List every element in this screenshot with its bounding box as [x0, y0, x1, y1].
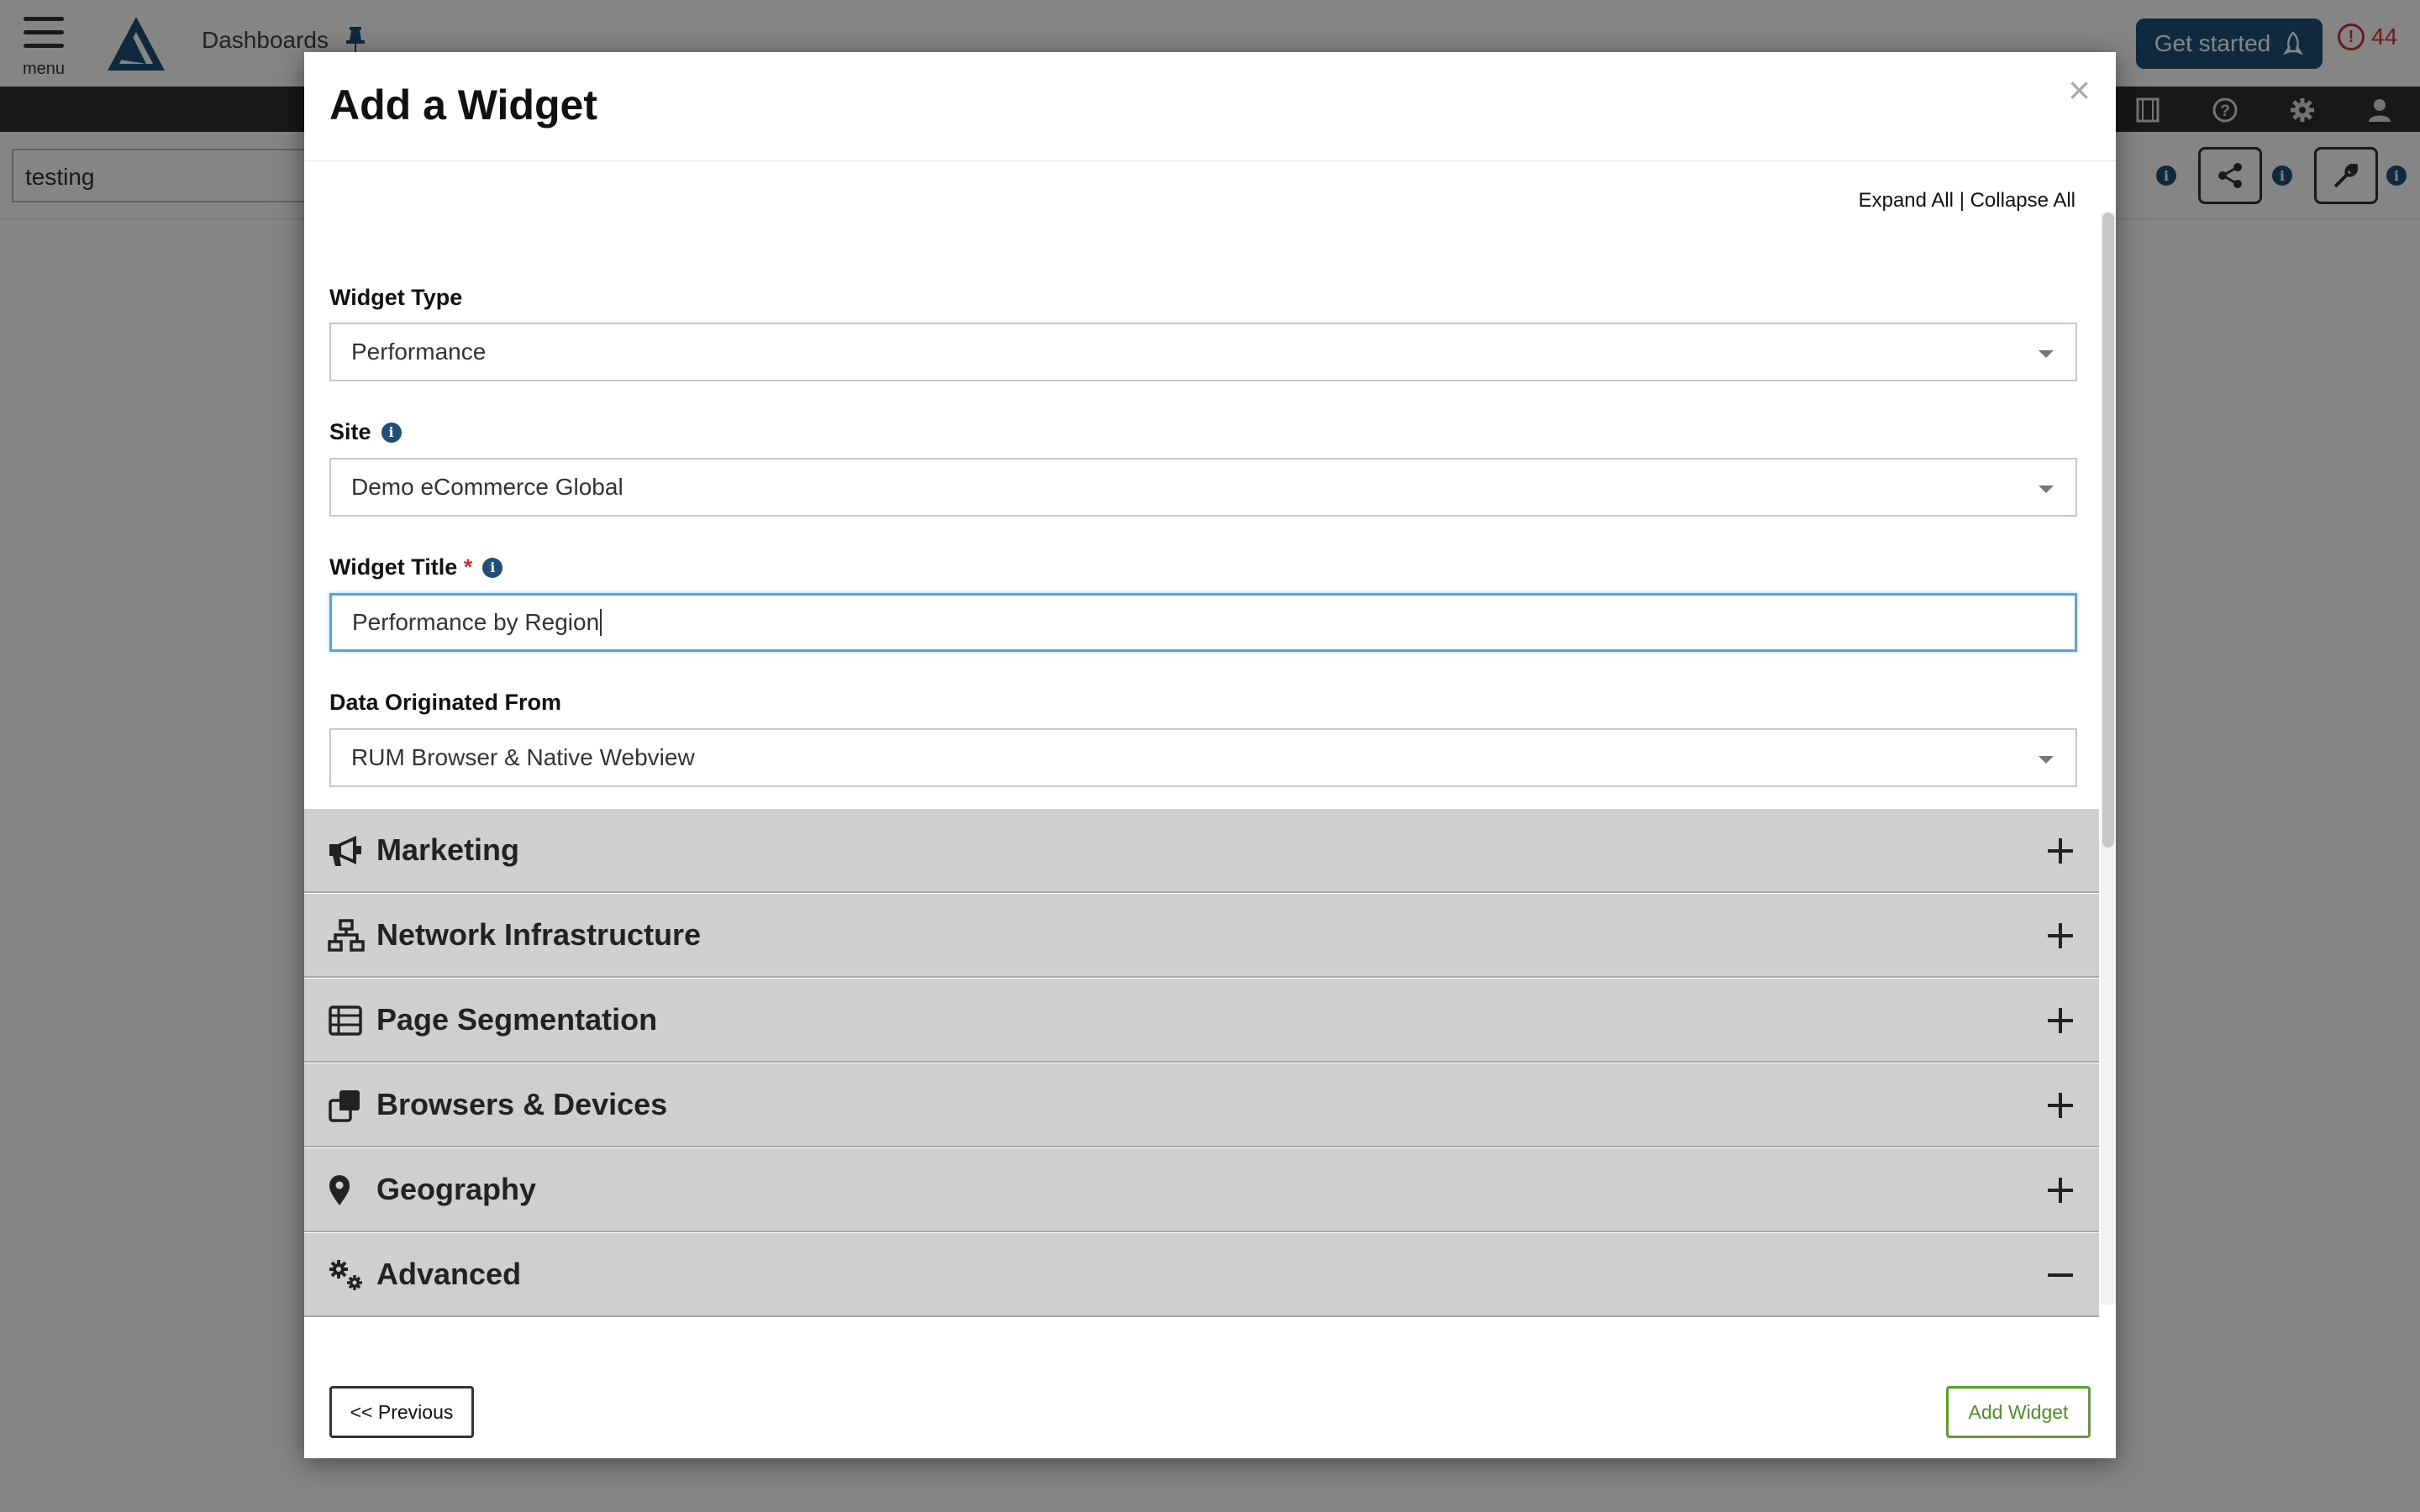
section-label: Network Infrastructure [376, 917, 702, 952]
widget-title-label-text: Widget Title [329, 554, 458, 580]
widget-title-value: Performance by Region [352, 609, 600, 635]
chevron-down-icon [2039, 350, 2054, 358]
close-button[interactable]: × [2068, 71, 2091, 109]
section-browsers-devices[interactable]: Browsers & Devices [304, 1063, 2099, 1147]
expand-all-link[interactable]: Expand All [1859, 189, 1954, 212]
modal-title: Add a Widget [329, 81, 597, 129]
network-icon [328, 919, 365, 952]
previous-button[interactable]: << Previous [329, 1386, 474, 1438]
plus-icon[interactable] [2045, 1175, 2075, 1205]
section-network-infrastructure[interactable]: Network Infrastructure [304, 894, 2099, 978]
data-origin-value: RUM Browser & Native Webview [351, 744, 695, 770]
separator: | [1959, 189, 1965, 212]
data-origin-select[interactable]: RUM Browser & Native Webview [329, 728, 2077, 787]
data-origin-label: Data Originated From [329, 690, 561, 716]
table-list-icon [329, 1005, 362, 1036]
widget-type-label: Widget Type [329, 285, 462, 311]
section-label: Advanced [376, 1257, 522, 1291]
add-widget-modal: Add a Widget × Expand All | Collapse All… [304, 52, 2116, 1458]
plus-icon[interactable] [2045, 836, 2075, 866]
widget-type-select[interactable]: Performance [329, 323, 2077, 381]
section-advanced[interactable]: Advanced [304, 1233, 2099, 1317]
widget-title-label: Widget Title * i [329, 554, 503, 580]
section-marketing[interactable]: Marketing [304, 809, 2099, 893]
info-icon[interactable]: i [381, 422, 402, 443]
site-label: Site i [329, 419, 402, 445]
scrollbar-thumb[interactable] [2102, 213, 2114, 848]
section-label: Marketing [376, 832, 520, 867]
expand-collapse-links: Expand All | Collapse All [1859, 189, 2075, 213]
plus-icon[interactable] [2045, 1005, 2075, 1036]
widget-title-input[interactable]: Performance by Region [329, 593, 2077, 652]
data-origin-label-text: Data Originated From [329, 690, 562, 715]
megaphone-icon [329, 836, 361, 866]
minus-icon[interactable] [2045, 1260, 2075, 1290]
widget-type-label-text: Widget Type [329, 285, 463, 310]
map-pin-icon [329, 1175, 350, 1205]
site-value: Demo eCommerce Global [351, 474, 623, 500]
section-label: Geography [376, 1172, 537, 1206]
modal-header: Add a Widget × [304, 52, 2116, 161]
section-label: Page Segmentation [376, 1002, 658, 1037]
info-icon[interactable]: i [482, 557, 503, 578]
section-label: Browsers & Devices [376, 1087, 668, 1121]
chevron-down-icon [2039, 486, 2054, 493]
collapse-all-link[interactable]: Collapse All [1970, 189, 2075, 212]
gears-icon [329, 1260, 362, 1290]
text-cursor [600, 609, 602, 636]
site-label-text: Site [329, 419, 371, 444]
site-select[interactable]: Demo eCommerce Global [329, 458, 2077, 517]
chevron-down-icon [2039, 756, 2054, 764]
required-mark: * [463, 554, 473, 580]
plus-icon[interactable] [2045, 921, 2075, 951]
plus-icon[interactable] [2045, 1090, 2075, 1121]
widget-type-value: Performance [351, 339, 487, 365]
section-geography[interactable]: Geography [304, 1148, 2099, 1232]
modal-footer: << Previous Add Widget [304, 1317, 2116, 1458]
section-page-segmentation[interactable]: Page Segmentation [304, 979, 2099, 1063]
modal-body: Expand All | Collapse All Widget Type Pe… [304, 162, 2116, 1317]
add-widget-button[interactable]: Add Widget [1946, 1386, 2091, 1438]
clone-icon [329, 1090, 360, 1122]
